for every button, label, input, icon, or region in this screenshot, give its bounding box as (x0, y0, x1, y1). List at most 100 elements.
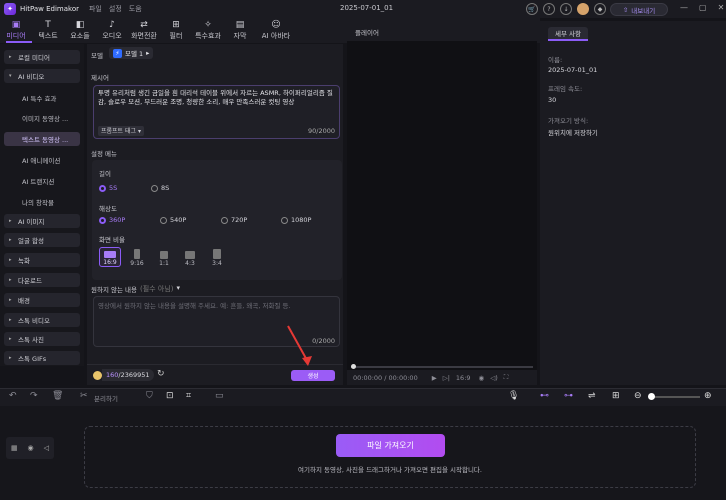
tab-text[interactable]: T 텍스트 (32, 18, 64, 43)
chevron-right-icon: ▸ (9, 277, 12, 283)
zoom-in-icon[interactable]: ⊕ (704, 391, 712, 401)
help-icon[interactable]: ? (543, 3, 555, 15)
resolution-1080p-radio[interactable]: 1080P (281, 216, 311, 224)
sidebar-item-my-creations[interactable]: 나의 창작물 (4, 195, 80, 209)
export-button[interactable]: ⇧ 내보내기 (610, 3, 668, 16)
undo-icon[interactable]: ↶ (9, 391, 17, 401)
import-mode-key: 가져오기 방식: (548, 117, 589, 125)
split-icon[interactable]: ✂ (80, 391, 88, 401)
refresh-icon[interactable]: ↻ (157, 369, 165, 379)
scrubber-handle[interactable] (351, 364, 356, 369)
player-controls: 00:00:00 / 00:00:00 ▶ ▷| 16:9 ◉ ◁) ⛶ (347, 370, 537, 385)
zoom-out-icon[interactable]: ⊖ (634, 391, 642, 401)
shield-icon[interactable]: ⛉ (146, 391, 153, 401)
ratio-1-1[interactable]: 1:1 (153, 247, 175, 267)
minimize-icon[interactable]: — (680, 3, 688, 12)
resolution-720p-radio[interactable]: 720P (221, 216, 247, 224)
download-icon[interactable]: ↓ (560, 3, 572, 15)
fullscreen-icon[interactable]: ⛶ (504, 373, 509, 382)
resolution-360p-radio[interactable]: 360P (99, 216, 125, 224)
ratio-16-9[interactable]: 16:9 (99, 247, 121, 267)
import-files-button[interactable]: 파일 가져오기 (336, 434, 445, 457)
speaker-icon[interactable]: ◁ (44, 444, 49, 452)
sidebar-item-stock-photo[interactable]: ▸ 스톡 사진 (4, 332, 80, 346)
tab-audio[interactable]: ♪ 오디오 (96, 18, 128, 43)
ratio-3-4[interactable]: 3:4 (206, 247, 228, 267)
sidebar-item-ai-transition[interactable]: AI 트랜지션 (4, 174, 80, 188)
snapshot-icon[interactable]: ◉ (479, 374, 485, 382)
menu-settings[interactable]: 설정 (109, 4, 122, 14)
split-label[interactable]: 분리하기 (94, 393, 118, 403)
prompt-input[interactable]: 투명 유리처럼 생긴 금일을 흰 대리석 테이블 위에서 자르는 ASMR, 하… (93, 85, 340, 139)
player-time: 00:00:00 / 00:00:00 (353, 373, 418, 382)
tab-effects[interactable]: ✧ 특수효과 (192, 18, 224, 43)
sidebar-item-background[interactable]: ▸ 배경 (4, 293, 80, 307)
text-box-icon[interactable]: ⊡ (166, 391, 174, 401)
avatar[interactable] (577, 3, 589, 15)
track-icon[interactable]: ⇌ (588, 391, 596, 401)
ratio-9-16[interactable]: 9:16 (126, 247, 148, 267)
gift-icon[interactable]: ◆ (594, 3, 606, 15)
tab-elements[interactable]: ◧ 요소들 (64, 18, 96, 43)
tab-media[interactable]: ▣ 미디어 (0, 18, 32, 43)
play-icon[interactable]: ▶ (432, 374, 437, 382)
sidebar-item-ai-image[interactable]: ▸ AI 이미지 (4, 214, 80, 228)
cart-icon[interactable]: 🛒 (526, 3, 538, 15)
player-panel: 플레이어 00:00:00 / 00:00:00 ▶ ▷| 16:9 ◉ ◁) … (347, 21, 537, 385)
chevron-right-icon: ▸ (9, 297, 12, 303)
volume-icon[interactable]: ◁) (490, 374, 498, 382)
export-icon: ⇧ (622, 5, 629, 14)
eye-icon[interactable]: ◉ (28, 444, 34, 452)
tab-ai-avatar[interactable]: ☺ AI 아바타 (256, 18, 296, 43)
crop-icon[interactable]: ⌗ (186, 391, 191, 401)
zoom-slider-handle[interactable] (648, 393, 655, 400)
sidebar-item-download[interactable]: ▸ 다운로드 (4, 273, 80, 287)
sidebar-item-stock-gifs[interactable]: ▸ 스톡 GIFs (4, 351, 80, 365)
redo-icon[interactable]: ↷ (30, 391, 38, 401)
next-frame-icon[interactable]: ▷| (443, 374, 450, 382)
resolution-label: 해상도 (99, 205, 117, 213)
fit-icon[interactable]: ⊞ (612, 391, 620, 401)
film-icon[interactable]: ▦ (11, 444, 18, 452)
close-icon[interactable]: ✕ (718, 3, 725, 12)
link-icon[interactable]: ⊶ (564, 391, 573, 401)
menu-file[interactable]: 파일 (89, 4, 102, 14)
tab-filter[interactable]: ⊞ 필터 (160, 18, 192, 43)
tab-details[interactable]: 세부 사항 (548, 27, 588, 41)
app-name: HitPaw Edimakor (20, 5, 79, 13)
tab-subtitle[interactable]: ▤ 자막 (224, 18, 256, 43)
maximize-icon[interactable]: ▢ (699, 3, 707, 12)
delete-icon[interactable]: 🗑 (52, 391, 63, 401)
resolution-540p-radio[interactable]: 540P (160, 216, 186, 224)
menu-help[interactable]: 도움 (129, 4, 142, 14)
sidebar-item-local-media[interactable]: ▸ 로컬 미디어 (4, 50, 80, 64)
sidebar-item-ai-effects[interactable]: AI 특수 효과 (4, 91, 80, 105)
sidebar-item-stock-video[interactable]: ▸ 스톡 비디오 (4, 313, 80, 327)
drop-hint: 여기하지 동영상, 사진을 드래그하거나 가져오면 편집을 시작합니다. (298, 466, 482, 474)
freeze-icon[interactable]: ▭ (215, 391, 224, 401)
microphone-icon[interactable]: 🎙 (508, 391, 519, 401)
sidebar-item-ai-animation[interactable]: AI 애니메이션 (4, 153, 80, 167)
audio-icon: ♪ (109, 19, 115, 30)
generate-button[interactable]: 생성 (291, 370, 335, 381)
sidebar-item-image-to-video[interactable]: 이미지 동영상 ... (4, 111, 80, 125)
filter-icon: ⊞ (172, 19, 180, 30)
import-mode-value: 원위치에 저장하기 (548, 129, 598, 137)
negative-prompt-label[interactable]: 원하지 않는 내용 (필수 아님) ▾ (91, 284, 180, 294)
sidebar-item-ai-video[interactable]: ▾ AI 비디오 (4, 69, 80, 83)
fps-value: 30 (548, 96, 557, 104)
model-selector[interactable]: ⚡ 모델 1 ▸ (109, 47, 154, 59)
sidebar-item-record[interactable]: ▸ 녹화 (4, 253, 80, 267)
effects-icon: ✧ (204, 19, 212, 30)
aspect-ratio-select[interactable]: 16:9 (456, 374, 471, 382)
sidebar-item-text-to-video[interactable]: 텍스트 동영상 ... (4, 132, 80, 146)
player-scrubber[interactable] (351, 366, 533, 368)
duration-5s-radio[interactable]: 5S (99, 184, 117, 192)
magnet-icon[interactable]: ⊷ (540, 391, 549, 401)
duration-8s-radio[interactable]: 8S (151, 184, 169, 192)
prompt-tag-button[interactable]: 프롬프트 태그 ▾ (98, 126, 145, 136)
zoom-slider[interactable] (650, 396, 700, 398)
ratio-4-3[interactable]: 4:3 (179, 247, 201, 267)
sidebar-item-face-swap[interactable]: ▸ 얼굴 합성 (4, 233, 80, 247)
tab-transition[interactable]: ⇄ 화면전환 (128, 18, 160, 43)
